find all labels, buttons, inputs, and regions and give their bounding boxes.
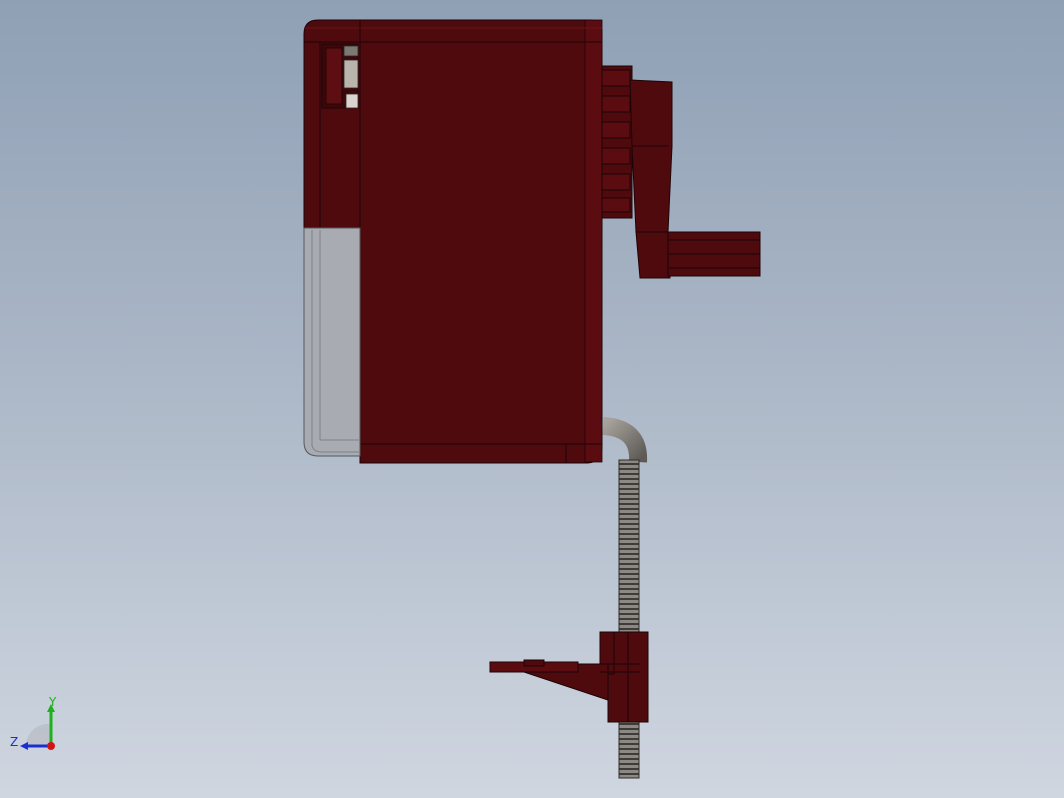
table-clamp[interactable]	[489, 631, 649, 723]
graphics-viewport[interactable]: Y Z	[0, 0, 1064, 798]
y-axis-label: Y	[48, 696, 57, 709]
crank-handle[interactable]	[667, 231, 761, 277]
x-axis-dot	[47, 742, 55, 750]
model-view[interactable]	[0, 0, 1064, 798]
crank-gear[interactable]	[601, 65, 633, 219]
crank-arm[interactable]	[629, 79, 673, 279]
reference-triad: Y Z	[10, 696, 57, 750]
threaded-rod[interactable]	[602, 417, 648, 779]
sharpener-insert-detail	[321, 43, 359, 109]
shavings-drawer[interactable]	[303, 227, 361, 457]
z-axis-label: Z	[10, 735, 18, 749]
